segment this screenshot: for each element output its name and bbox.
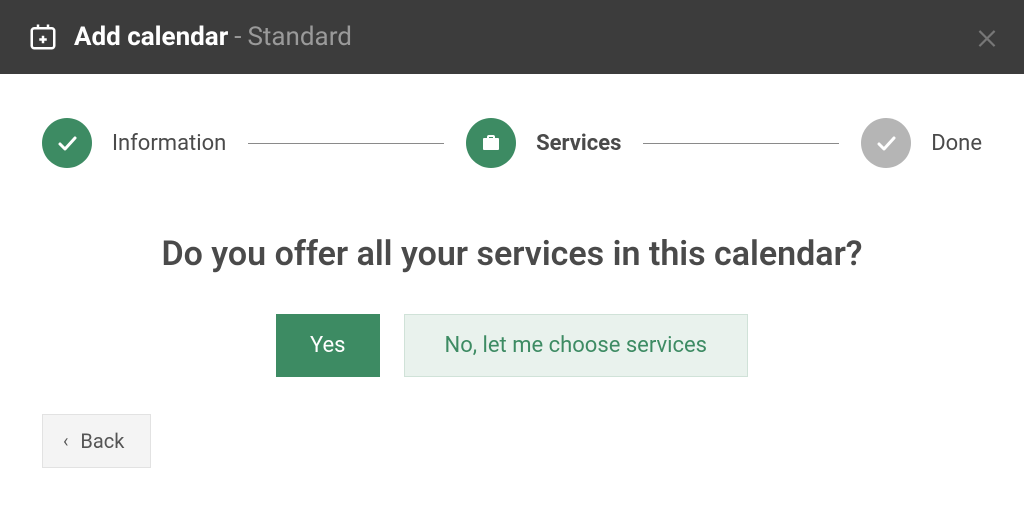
back-label: Back <box>80 429 124 453</box>
modal-subtitle: Standard <box>247 22 351 52</box>
step-divider <box>643 143 839 144</box>
step-label: Services <box>536 131 621 156</box>
modal-title-separator: - <box>234 22 241 52</box>
modal-title: Add calendar <box>74 22 228 52</box>
no-choose-services-button[interactable]: No, let me choose services <box>404 314 749 377</box>
step-information[interactable]: Information <box>42 118 226 168</box>
stepper: Information Services Done <box>0 74 1024 188</box>
chevron-left-icon: ‹ <box>63 431 68 452</box>
yes-button[interactable]: Yes <box>276 314 380 377</box>
step-done: Done <box>861 118 982 168</box>
modal-header: Add calendar - Standard <box>0 0 1024 74</box>
check-icon <box>42 118 92 168</box>
step-services[interactable]: Services <box>466 118 621 168</box>
step-label: Done <box>931 131 982 156</box>
step-divider <box>248 143 444 144</box>
briefcase-icon <box>466 118 516 168</box>
question-heading: Do you offer all your services in this c… <box>0 234 1024 274</box>
step-label: Information <box>112 131 226 156</box>
close-icon[interactable] <box>974 24 1000 50</box>
answer-buttons: Yes No, let me choose services <box>0 314 1024 377</box>
calendar-add-icon <box>28 22 58 52</box>
check-icon <box>861 118 911 168</box>
back-button[interactable]: ‹ Back <box>42 414 151 468</box>
